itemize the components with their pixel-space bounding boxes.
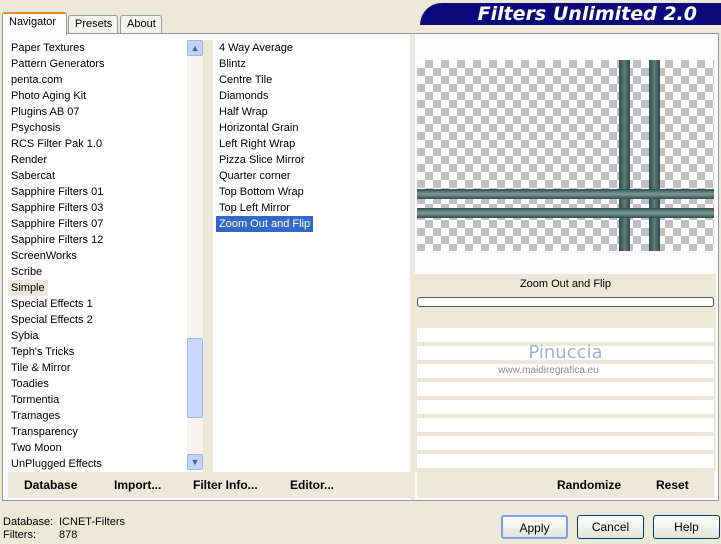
parameter-button-bar: Randomize Reset <box>417 472 714 498</box>
editor-button[interactable]: Editor... <box>290 472 334 498</box>
category-list[interactable]: Paper Textures Pattern Generators penta.co… <box>8 40 187 472</box>
scroll-down-icon[interactable]: ▼ <box>187 454 203 470</box>
cancel-button[interactable]: Cancel <box>577 515 644 539</box>
list-item[interactable]: Psychosis <box>8 120 187 136</box>
list-item[interactable]: Pizza Slice Mirror <box>216 152 410 168</box>
list-item[interactable]: Two Moon <box>8 440 187 456</box>
list-item[interactable]: Sybia <box>8 328 187 344</box>
list-item[interactable]: Left Right Wrap <box>216 136 410 152</box>
preview-filter-name: Zoom Out and Flip <box>519 278 612 290</box>
watermark-name: Pinuccia <box>528 342 603 363</box>
list-item[interactable]: Centre Tile <box>216 72 410 88</box>
progress-bar <box>417 297 714 307</box>
list-item[interactable]: Plugins AB 07 <box>8 104 187 120</box>
list-item[interactable]: Pattern Generators <box>8 56 187 72</box>
app-banner: Filters Unlimited 2.0 <box>420 3 721 25</box>
database-button[interactable]: Database <box>24 472 77 498</box>
list-item[interactable]: Scribe <box>8 264 187 280</box>
tab-about[interactable]: About <box>120 15 162 34</box>
list-item[interactable]: Tile & Mirror <box>8 360 187 376</box>
tab-navigator[interactable]: Navigator <box>2 12 67 35</box>
list-item[interactable]: Sapphire Filters 12 <box>8 232 187 248</box>
navigator-button-bar: Database Import... Filter Info... Editor… <box>8 472 410 498</box>
list-item[interactable]: ScreenWorks <box>8 248 187 264</box>
list-item[interactable]: Transparency <box>8 424 187 440</box>
parameter-slot <box>417 400 714 416</box>
list-item[interactable]: Horizontal Grain <box>216 120 410 136</box>
preview-bar <box>649 60 660 251</box>
list-item[interactable]: Photo Aging Kit <box>8 88 187 104</box>
preview-bar <box>619 60 630 251</box>
reset-button[interactable]: Reset <box>656 472 689 498</box>
list-item[interactable]: Sapphire Filters 03 <box>8 200 187 216</box>
parameter-slot <box>417 436 714 452</box>
list-item[interactable]: RCS Filter Pak 1.0 <box>8 136 187 152</box>
import-button[interactable]: Import... <box>114 472 161 498</box>
list-item[interactable]: 4 Way Average <box>216 40 410 56</box>
scroll-up-icon[interactable]: ▲ <box>187 40 203 56</box>
list-item[interactable]: penta.com <box>8 72 187 88</box>
preview-bar <box>417 189 714 199</box>
list-item[interactable]: Special Effects 1 <box>8 296 187 312</box>
watermark-url: www.maidiregrafica.eu <box>498 365 599 376</box>
filter-info-button[interactable]: Filter Info... <box>193 472 258 498</box>
list-item[interactable]: Sabercat <box>8 168 187 184</box>
divider <box>203 40 213 472</box>
database-value: ICNET-Filters <box>59 516 125 528</box>
list-item[interactable]: Top Left Mirror <box>216 200 410 216</box>
list-item[interactable]: Teph's Tricks <box>8 344 187 360</box>
preview-bar <box>417 208 714 218</box>
filter-list[interactable]: 4 Way Average Blintz Centre Tile Diamonds Ha… <box>216 40 410 472</box>
list-item[interactable]: Half Wrap <box>216 104 410 120</box>
list-item[interactable]: Sapphire Filters 07 <box>8 216 187 232</box>
help-button[interactable]: Help <box>653 515 720 539</box>
apply-button[interactable]: Apply <box>501 515 568 539</box>
list-item[interactable]: Render <box>8 152 187 168</box>
status-labels: Database: Filters: <box>3 516 53 542</box>
category-scrollbar[interactable]: ▲ ▼ <box>187 40 203 470</box>
list-item[interactable]: Paper Textures <box>8 40 187 56</box>
list-item[interactable]: Tramages <box>8 408 187 424</box>
parameter-slot <box>417 454 714 470</box>
list-item[interactable]: Quarter corner <box>216 168 410 184</box>
list-item[interactable]: Sapphire Filters 01 <box>8 184 187 200</box>
list-item[interactable]: Blintz <box>216 56 410 72</box>
parameter-slot <box>417 418 714 434</box>
status-values: ICNET-Filters 878 <box>59 516 125 542</box>
list-item[interactable]: Special Effects 2 <box>8 312 187 328</box>
list-item[interactable]: Top Bottom Wrap <box>216 184 410 200</box>
list-item[interactable]: Tormentia <box>8 392 187 408</box>
preview-image <box>417 60 714 251</box>
scroll-thumb[interactable] <box>187 338 203 418</box>
randomize-button[interactable]: Randomize <box>557 472 621 498</box>
list-item[interactable]: Simple <box>8 280 48 296</box>
list-item[interactable]: UnPlugged Effects <box>8 456 187 472</box>
filters-label: Filters: <box>3 529 36 541</box>
tab-presets[interactable]: Presets <box>68 15 118 34</box>
filters-count: 878 <box>59 529 78 541</box>
parameter-slot <box>417 382 714 398</box>
list-item[interactable]: Diamonds <box>216 88 410 104</box>
list-item[interactable]: Zoom Out and Flip <box>216 216 314 232</box>
database-label: Database: <box>3 516 54 528</box>
list-item[interactable]: Toadies <box>8 376 187 392</box>
